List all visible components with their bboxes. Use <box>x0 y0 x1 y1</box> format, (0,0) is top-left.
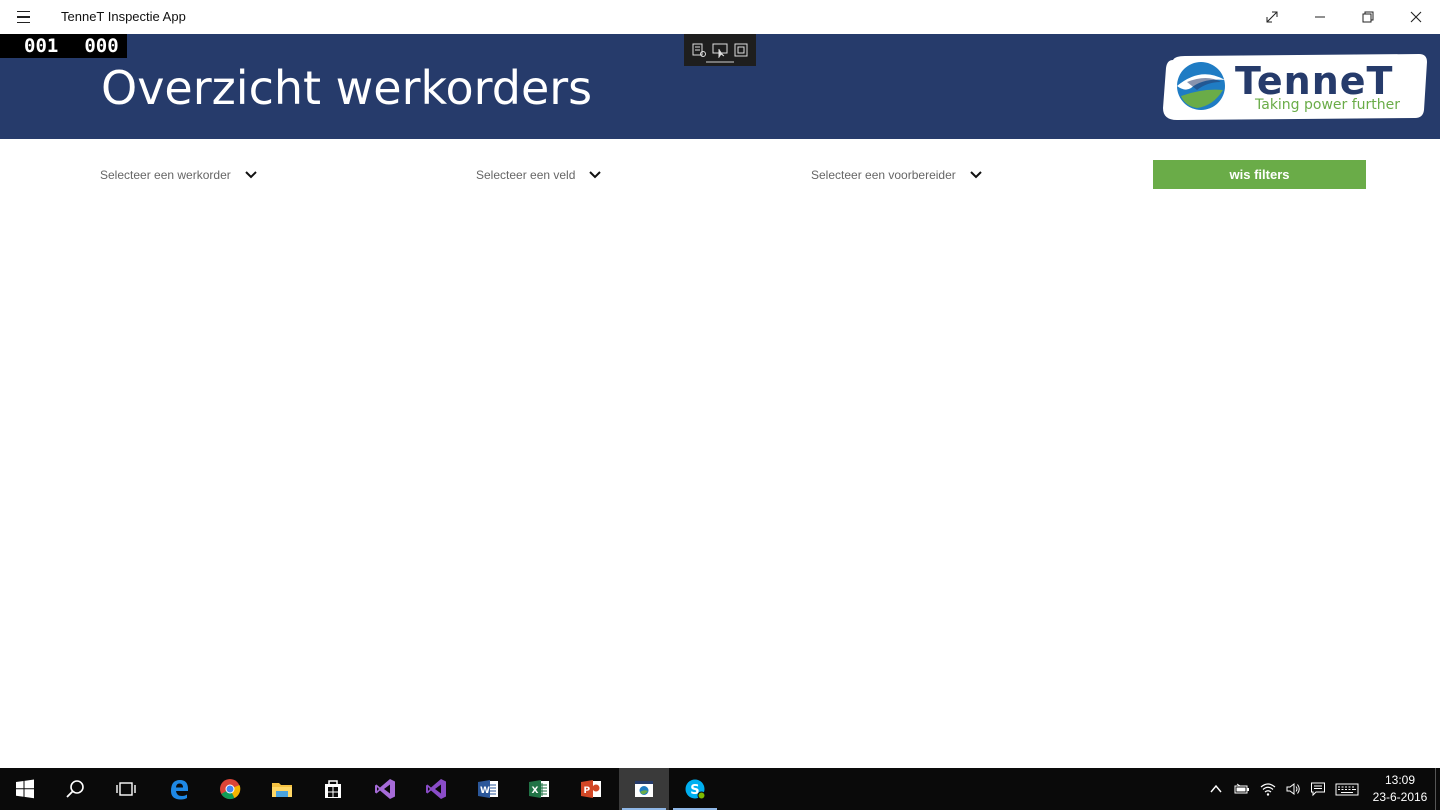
clock-time: 13:09 <box>1384 773 1416 787</box>
chevron-down-icon <box>589 171 602 179</box>
task-view-button[interactable] <box>101 768 151 810</box>
edge-icon <box>171 780 188 800</box>
app-window: TenneT Inspectie App 001 000 Overzicht w… <box>0 0 1440 810</box>
close-button[interactable] <box>1392 0 1440 34</box>
restore-button[interactable] <box>1344 0 1392 34</box>
visual-studio-alt-icon <box>426 779 446 799</box>
visual-studio-alt-taskbar-button[interactable] <box>411 768 461 810</box>
title-bar: TenneT Inspectie App <box>0 0 1440 34</box>
frame-counter-right: 000 <box>84 35 119 57</box>
powerpoint-icon: P <box>581 780 601 798</box>
svg-text:P: P <box>584 786 591 796</box>
show-hidden-icons-button[interactable] <box>1206 768 1226 810</box>
werkorder-dropdown-label: Selecteer een werkorder <box>100 168 231 182</box>
expand-icon <box>1266 11 1278 23</box>
restore-icon <box>1362 11 1374 23</box>
veld-dropdown-label: Selecteer een veld <box>476 168 576 182</box>
show-desktop-button[interactable] <box>1435 768 1440 810</box>
visual-studio-icon <box>375 779 395 799</box>
tennet-logo: TenneT Taking power further <box>1163 54 1427 120</box>
task-view-icon <box>116 782 136 796</box>
frame-counter-left: 001 <box>24 35 59 57</box>
word-taskbar-button[interactable]: W <box>463 768 513 810</box>
chevron-down-icon <box>245 171 257 179</box>
tennet-app-icon <box>635 781 653 797</box>
minimize-button[interactable] <box>1296 0 1344 34</box>
logo-tagline: Taking power further <box>1254 97 1400 113</box>
action-center-button[interactable] <box>1307 768 1329 810</box>
werkorder-dropdown[interactable]: Selecteer een werkorder <box>100 165 257 185</box>
window-controls <box>1248 0 1440 34</box>
keyboard-icon <box>1335 783 1359 796</box>
fullscreen-button[interactable] <box>1248 0 1296 34</box>
layout-adorner-icon[interactable] <box>733 42 749 58</box>
hamburger-menu-icon[interactable] <box>12 7 36 27</box>
touch-keyboard-button[interactable] <box>1333 768 1361 810</box>
excel-taskbar-button[interactable]: X <box>514 768 564 810</box>
windows-taskbar: W X P S 13:09 23-6-2016 <box>0 768 1440 810</box>
wifi-icon <box>1260 783 1276 796</box>
select-element-icon[interactable] <box>712 42 728 58</box>
store-icon <box>325 780 341 798</box>
word-icon: W <box>478 780 498 798</box>
speaker-icon <box>1286 783 1300 795</box>
voorbereider-dropdown-label: Selecteer een voorbereider <box>811 168 956 182</box>
veld-dropdown[interactable]: Selecteer een veld <box>476 165 602 185</box>
svg-text:X: X <box>532 786 539 796</box>
debug-toolbar <box>684 34 756 66</box>
taskbar-clock[interactable]: 13:09 23-6-2016 <box>1366 772 1434 806</box>
page-title: Overzicht werkorders <box>101 61 593 115</box>
window-title: TenneT Inspectie App <box>61 9 186 24</box>
skype-icon: S <box>685 779 706 800</box>
windows-start-icon <box>16 779 34 799</box>
notification-icon <box>1311 782 1325 797</box>
filter-bar: Selecteer een werkorder Selecteer een ve… <box>0 139 1440 209</box>
volume-button[interactable] <box>1282 768 1304 810</box>
battery-button[interactable] <box>1231 768 1253 810</box>
chevron-up-icon <box>1210 784 1222 793</box>
skype-taskbar-button[interactable]: S <box>670 768 720 810</box>
live-tree-icon[interactable] <box>691 42 707 58</box>
chrome-taskbar-button[interactable] <box>205 768 255 810</box>
tennet-app-taskbar-button[interactable] <box>619 768 669 810</box>
work-orders-list <box>0 209 1440 768</box>
file-explorer-icon <box>272 783 292 797</box>
start-button[interactable] <box>0 768 50 810</box>
minimize-icon <box>1315 16 1325 18</box>
powerpoint-taskbar-button[interactable]: P <box>566 768 616 810</box>
network-button[interactable] <box>1257 768 1279 810</box>
store-taskbar-button[interactable] <box>308 768 358 810</box>
clock-date: 23-6-2016 <box>1372 790 1428 804</box>
debug-frame-counter: 001 000 <box>0 34 127 58</box>
svg-text:W: W <box>480 786 490 796</box>
excel-icon: X <box>529 780 549 798</box>
chrome-icon <box>220 779 241 800</box>
visual-studio-taskbar-button[interactable] <box>360 768 410 810</box>
clear-filters-button[interactable]: wis filters <box>1153 160 1366 189</box>
page-header: 001 000 Overzicht werkorders TenneT Taki… <box>0 34 1440 139</box>
close-icon <box>1410 11 1422 23</box>
toolbar-grip[interactable] <box>706 61 734 63</box>
edge-taskbar-button[interactable] <box>154 768 204 810</box>
battery-icon <box>1234 783 1249 794</box>
search-taskbar-button[interactable] <box>50 768 100 810</box>
voorbereider-dropdown[interactable]: Selecteer een voorbereider <box>811 165 982 185</box>
search-icon <box>66 780 84 798</box>
file-explorer-taskbar-button[interactable] <box>257 768 307 810</box>
chevron-down-icon <box>970 171 982 179</box>
